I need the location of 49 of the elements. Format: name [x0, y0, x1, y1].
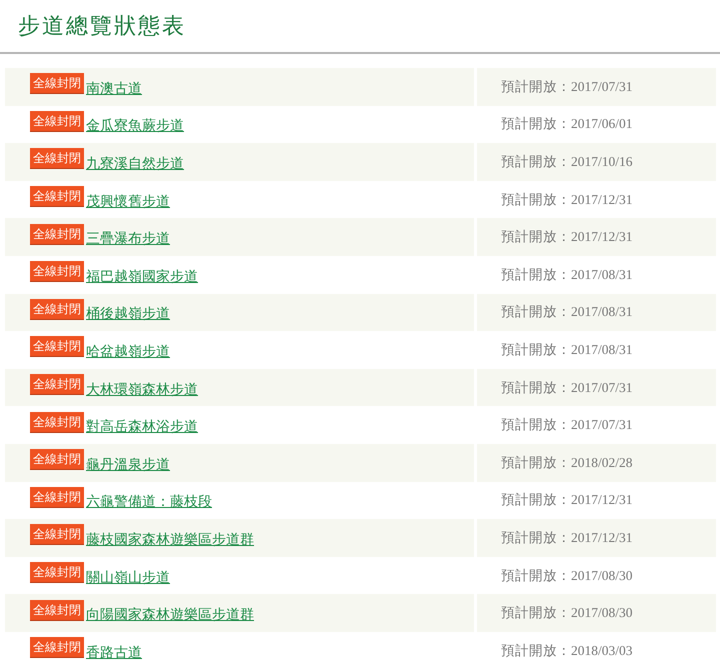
trail-link[interactable]: 茂興懷舊步道	[86, 192, 170, 211]
reopen-date: 預計開放：2017/08/30	[501, 566, 633, 585]
status-badge: 全線封閉	[30, 637, 84, 658]
reopen-date: 預計開放：2018/03/03	[501, 642, 633, 660]
reopen-date: 預計開放：2017/07/31	[501, 416, 633, 434]
trail-link[interactable]: 六龜警備道：藤枝段	[86, 493, 212, 512]
trail-link[interactable]: 藤枝國家森林遊樂區步道群	[86, 530, 254, 549]
reopen-date: 預計開放：2017/12/31	[501, 190, 633, 209]
trail-link[interactable]: 福巴越嶺國家步道	[86, 268, 198, 286]
reopen-date: 預計開放：2017/06/01	[501, 115, 633, 134]
status-badge: 全線封閉	[30, 224, 84, 245]
reopen-date: 預計開放：2017/10/16	[501, 152, 633, 171]
status-badge: 全線封閉	[30, 374, 84, 396]
trail-link[interactable]: 香路古道	[86, 644, 142, 662]
reopen-date: 預計開放：2017/08/31	[501, 266, 633, 284]
status-badge: 全線封閉	[30, 412, 84, 433]
trail-link[interactable]: 九寮溪自然步道	[86, 154, 184, 173]
page-title: 步道總覽狀態表	[18, 13, 186, 41]
reopen-date: 預計開放：2017/08/30	[501, 604, 633, 622]
reopen-date: 預計開放：2017/12/31	[501, 228, 633, 246]
status-badge: 全線封閉	[30, 336, 84, 358]
status-badge: 全線封閉	[30, 186, 84, 208]
reopen-date: 預計開放：2018/02/28	[501, 454, 633, 472]
status-badge: 全線封閉	[30, 148, 84, 170]
trail-link[interactable]: 金瓜寮魚蕨步道	[86, 117, 184, 136]
trail-link[interactable]: 大林環嶺森林步道	[86, 380, 198, 399]
status-badge: 全線封閉	[30, 486, 84, 508]
reopen-date: 預計開放：2017/12/31	[501, 528, 633, 547]
trail-link[interactable]: 向陽國家森林遊樂區步道群	[86, 606, 254, 624]
status-badge: 全線封閉	[30, 298, 84, 320]
status-badge: 全線封閉	[30, 73, 84, 94]
trail-link[interactable]: 三疊瀑布步道	[86, 230, 170, 248]
status-badge: 全線封閉	[30, 261, 84, 282]
status-badge: 全線封閉	[30, 110, 84, 132]
status-badge: 全線封閉	[30, 524, 84, 546]
status-badge: 全線封閉	[30, 449, 84, 470]
trail-link[interactable]: 哈盆越嶺步道	[86, 342, 170, 361]
trail-link[interactable]: 桶後越嶺步道	[86, 305, 170, 324]
reopen-date: 預計開放：2017/07/31	[501, 78, 633, 96]
reopen-date: 預計開放：2017/07/31	[501, 378, 633, 397]
reopen-date: 預計開放：2017/08/31	[501, 340, 633, 359]
trail-link[interactable]: 對高岳森林浴步道	[86, 418, 198, 436]
status-badge: 全線封閉	[30, 600, 84, 621]
trail-link[interactable]: 龜丹溫泉步道	[86, 456, 170, 474]
status-badge: 全線封閉	[30, 562, 84, 584]
trail-link[interactable]: 關山嶺山步道	[86, 568, 170, 587]
reopen-date: 預計開放：2017/08/31	[501, 303, 633, 322]
reopen-date: 預計開放：2017/12/31	[501, 491, 633, 510]
trail-link[interactable]: 南澳古道	[86, 80, 142, 98]
